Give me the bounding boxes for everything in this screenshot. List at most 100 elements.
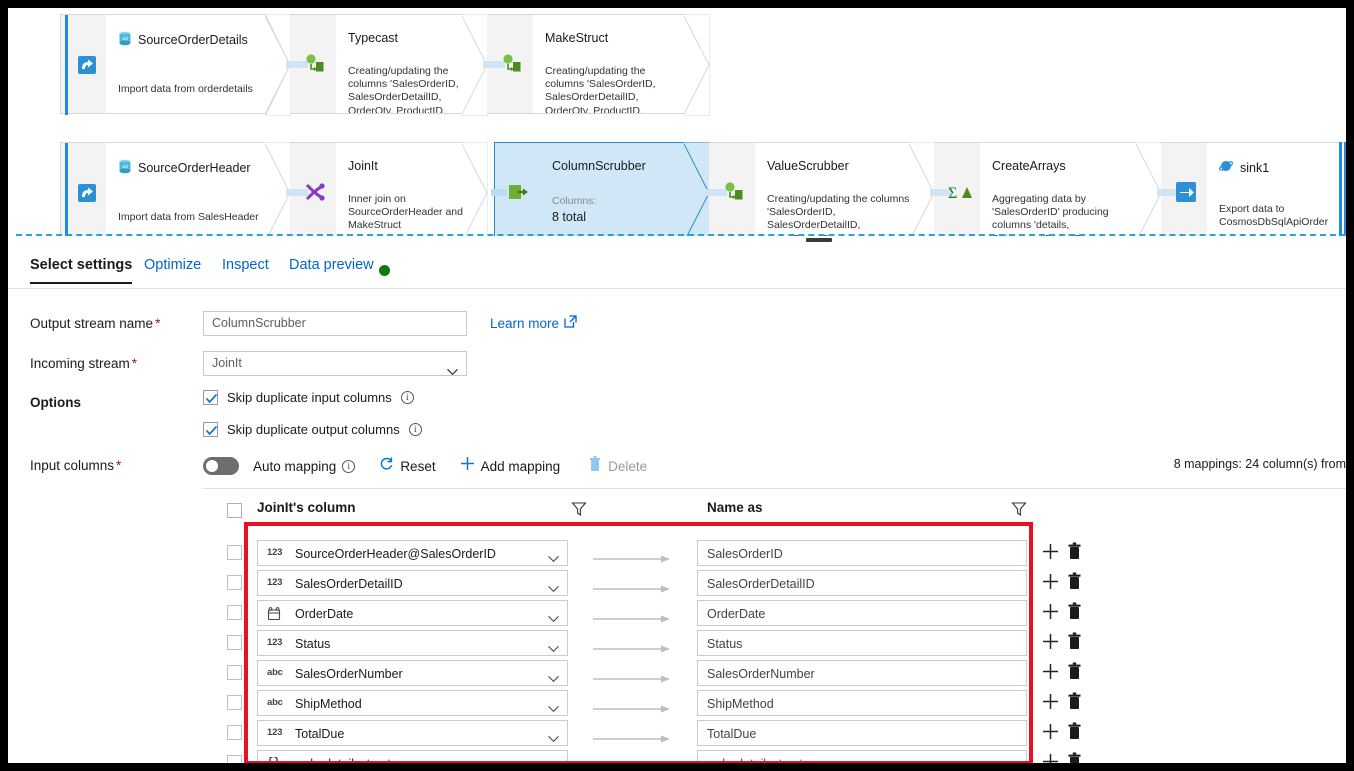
incoming-stream-select[interactable]: JoinIt bbox=[203, 351, 467, 376]
auto-mapping-toggle[interactable] bbox=[203, 457, 239, 475]
info-icon[interactable]: i bbox=[408, 423, 422, 436]
row-checkbox[interactable] bbox=[227, 605, 242, 620]
row-add-button[interactable] bbox=[1042, 663, 1059, 680]
chevron-down-icon bbox=[447, 360, 458, 375]
row-add-button[interactable] bbox=[1042, 603, 1059, 620]
add-node-button[interactable]: + bbox=[471, 96, 481, 113]
type-icon: abc bbox=[267, 667, 283, 678]
flow-node-sourceorderheader[interactable]: sql SourceOrderHeader Import data from S… bbox=[106, 142, 291, 236]
source-column-select[interactable]: 123 SalesOrderDetailID bbox=[257, 570, 568, 596]
output-stream-name-input[interactable]: ColumnScrubber bbox=[203, 311, 467, 336]
row-delete-button[interactable] bbox=[1067, 722, 1082, 740]
row-add-button[interactable] bbox=[1042, 693, 1059, 710]
filter-icon-source[interactable] bbox=[571, 501, 587, 517]
row-add-button[interactable] bbox=[1042, 753, 1059, 763]
target-name-input[interactable]: OrderDate bbox=[697, 600, 1027, 626]
target-name-input[interactable]: SalesOrderDetailID bbox=[697, 570, 1027, 596]
flow-node-typecast[interactable]: Typecast Creating/updating the columns '… bbox=[336, 14, 488, 116]
target-name-input[interactable]: ShipMethod bbox=[697, 690, 1027, 716]
skip-duplicate-input-columns-checkbox[interactable] bbox=[203, 390, 218, 405]
row-checkbox[interactable] bbox=[227, 575, 242, 590]
source-column-select[interactable]: OrderDate bbox=[257, 600, 568, 626]
row-checkbox[interactable] bbox=[227, 545, 242, 560]
flow-node-sink1[interactable]: sink1 Export data to CosmosDbSqlApiOrder… bbox=[1207, 142, 1346, 236]
learn-more-link[interactable]: Learn more bbox=[490, 315, 577, 331]
source-column-select[interactable]: {} orderdetailsstruct bbox=[257, 750, 568, 763]
reset-button[interactable]: Reset bbox=[379, 456, 436, 476]
accent-stripe bbox=[65, 143, 68, 236]
calendar-type-icon bbox=[267, 607, 289, 621]
row-checkbox[interactable] bbox=[227, 635, 242, 650]
type-icon: 123 bbox=[267, 637, 283, 648]
tab-data-preview[interactable]: Data preview bbox=[289, 257, 374, 282]
flow-node-sourceorderdetails[interactable]: sql SourceOrderDetails Import data from … bbox=[106, 14, 291, 116]
tab-inspect[interactable]: Inspect bbox=[222, 257, 269, 282]
info-icon[interactable]: i bbox=[400, 391, 414, 404]
skip-duplicate-output-columns-row[interactable]: Skip duplicate output columns i bbox=[203, 422, 422, 437]
row-checkbox[interactable] bbox=[227, 755, 242, 763]
row-checkbox[interactable] bbox=[227, 695, 242, 710]
node-description: Creating/updating the columns 'SalesOrde… bbox=[545, 65, 656, 113]
skip-duplicate-input-columns-row[interactable]: Skip duplicate input columns i bbox=[203, 390, 414, 405]
flow-node-createarrays[interactable]: CreateArrays Aggregating data by 'SalesO… bbox=[980, 142, 1162, 236]
row-delete-button[interactable] bbox=[1067, 572, 1082, 590]
mapping-rows[interactable]: 123 SourceOrderHeader@SalesOrderID Sales… bbox=[8, 533, 1346, 763]
target-name-input[interactable]: TotalDue bbox=[697, 720, 1027, 746]
row-checkbox[interactable] bbox=[227, 725, 242, 740]
flow-node-valuescrubber[interactable]: ValueScrubber Creating/updating the colu… bbox=[755, 142, 935, 236]
delete-button[interactable]: Delete bbox=[588, 455, 648, 477]
table-row[interactable]: 123 TotalDue TotalDue bbox=[8, 718, 1346, 748]
add-node-button[interactable]: + bbox=[693, 96, 703, 113]
row-delete-button[interactable] bbox=[1067, 632, 1082, 650]
row-add-button[interactable] bbox=[1042, 573, 1059, 590]
row-delete-button[interactable] bbox=[1067, 752, 1082, 763]
row-add-button[interactable] bbox=[1042, 543, 1059, 560]
flow-node-joinit[interactable]: JoinIt Inner join on SourceOrderHeader a… bbox=[336, 142, 488, 236]
row-checkbox[interactable] bbox=[227, 665, 242, 680]
target-name-input[interactable]: Status bbox=[697, 630, 1027, 656]
flow-connector-3 bbox=[286, 142, 336, 236]
auto-mapping-item[interactable]: Auto mapping i bbox=[253, 459, 356, 474]
skip-duplicate-input-columns-label: Skip duplicate input columns bbox=[227, 390, 392, 405]
source-column-select[interactable]: 123 SourceOrderHeader@SalesOrderID bbox=[257, 540, 568, 566]
row-add-button[interactable] bbox=[1042, 633, 1059, 650]
source-column-select[interactable]: 123 Status bbox=[257, 630, 568, 656]
target-name-input[interactable]: orderdetailsstruct bbox=[697, 750, 1027, 763]
table-row[interactable]: 123 SalesOrderDetailID SalesOrderDetailI… bbox=[8, 568, 1346, 598]
add-node-button[interactable]: + bbox=[274, 96, 284, 113]
delete-label: Delete bbox=[608, 458, 648, 474]
table-row[interactable]: abc ShipMethod ShipMethod bbox=[8, 688, 1346, 718]
row-delete-button[interactable] bbox=[1067, 542, 1082, 560]
select-all-checkbox[interactable] bbox=[227, 503, 242, 518]
table-row[interactable]: 123 Status Status bbox=[8, 628, 1346, 658]
table-row[interactable]: abc SalesOrderNumber SalesOrderNumber bbox=[8, 658, 1346, 688]
panel-splitter-handle[interactable] bbox=[806, 238, 832, 242]
table-row[interactable]: 123 SourceOrderHeader@SalesOrderID Sales… bbox=[8, 538, 1346, 568]
target-column-value: SalesOrderDetailID bbox=[707, 577, 815, 591]
row-delete-button[interactable] bbox=[1067, 662, 1082, 680]
table-row[interactable]: OrderDate OrderDate bbox=[8, 598, 1346, 628]
target-name-input[interactable]: SalesOrderID bbox=[697, 540, 1027, 566]
source-column-select[interactable]: abc SalesOrderNumber bbox=[257, 660, 568, 686]
add-mapping-button[interactable]: Add mapping bbox=[460, 456, 560, 476]
table-row[interactable]: {} orderdetailsstruct orderdetailsstruct bbox=[8, 748, 1346, 763]
data-flow-canvas[interactable]: sql SourceOrderDetails Import data from … bbox=[8, 8, 1346, 236]
row-add-button[interactable] bbox=[1042, 723, 1059, 740]
tab-select-settings[interactable]: Select settings bbox=[30, 257, 133, 284]
skip-duplicate-output-columns-checkbox[interactable] bbox=[203, 422, 218, 437]
tab-optimize[interactable]: Optimize bbox=[144, 257, 201, 282]
source-column-select[interactable]: abc ShipMethod bbox=[257, 690, 568, 716]
flow-node-makestruct[interactable]: MakeStruct Creating/updating the columns… bbox=[533, 14, 710, 116]
info-icon[interactable]: i bbox=[342, 459, 356, 473]
node-title-row: Typecast bbox=[348, 31, 398, 45]
row-delete-button[interactable] bbox=[1067, 602, 1082, 620]
node-name: ColumnScrubber bbox=[552, 159, 646, 173]
flow-node-columnscrubber[interactable]: ColumnScrubber Columns: 8 total + bbox=[540, 142, 710, 236]
filter-icon-target[interactable] bbox=[1011, 501, 1027, 517]
source-column-select[interactable]: 123 TotalDue bbox=[257, 720, 568, 746]
node-title-row: ValueScrubber bbox=[767, 159, 849, 173]
row-delete-button[interactable] bbox=[1067, 692, 1082, 710]
target-column-value: OrderDate bbox=[707, 607, 766, 621]
target-name-input[interactable]: SalesOrderNumber bbox=[697, 660, 1027, 686]
mapping-arrow-icon bbox=[593, 640, 671, 653]
